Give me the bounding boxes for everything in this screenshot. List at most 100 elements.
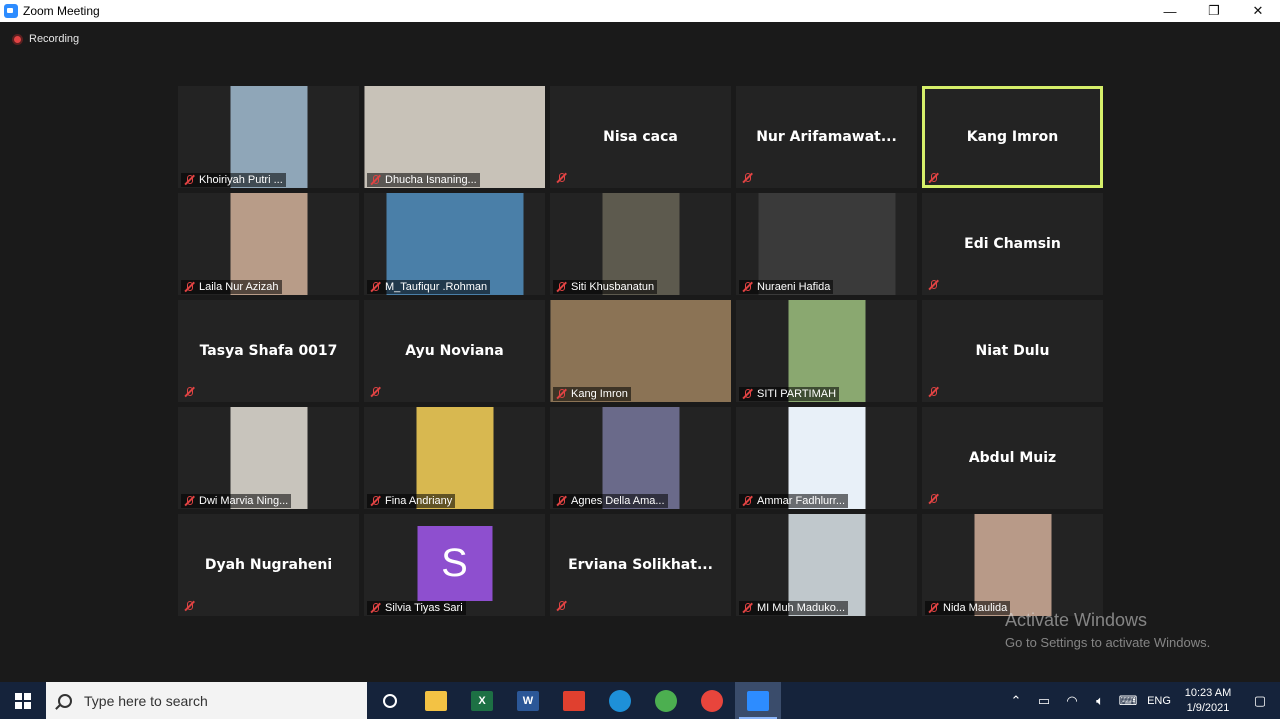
participant-name: Dyah Nugraheni xyxy=(204,557,333,573)
recording-dot-icon xyxy=(12,33,23,45)
taskbar-clock[interactable]: 10:23 AM 1/9/2021 xyxy=(1176,686,1240,716)
participant-name-label: Kang Imron xyxy=(553,387,631,401)
participant-tile[interactable]: Ayu Noviana xyxy=(364,300,545,402)
activate-windows-watermark: Activate Windows Go to Settings to activ… xyxy=(1005,610,1210,650)
window-title: Zoom Meeting xyxy=(23,4,100,18)
taskbar-app-button[interactable] xyxy=(413,682,459,719)
mic-muted-icon xyxy=(183,281,195,293)
mic-muted-icon xyxy=(555,495,567,507)
show-hidden-icons-chevron-icon[interactable]: ⌃ xyxy=(1002,693,1030,709)
participant-tile[interactable]: Tasya Shafa 0017 xyxy=(178,300,359,402)
participant-name-label: MI Muh Maduko... xyxy=(739,601,849,615)
participant-name: Kang Imron xyxy=(966,129,1059,145)
participant-name-label: Dhucha Isnaning... xyxy=(367,173,480,187)
participant-tile[interactable]: Nisa caca xyxy=(550,86,731,188)
participant-tile[interactable]: Ammar Fadhlurr... xyxy=(736,407,917,509)
participant-tile[interactable]: Nuraeni Hafida xyxy=(736,193,917,295)
taskbar-app-button[interactable] xyxy=(689,682,735,719)
mic-muted-icon xyxy=(555,388,567,400)
participant-name-label: SITI PARTIMAH xyxy=(739,387,840,401)
watermark-title: Activate Windows xyxy=(1005,610,1148,630)
participant-name-label: Siti Khusbanatun xyxy=(553,280,658,294)
participant-name: Abdul Muiz xyxy=(968,450,1057,466)
taskbar-app-button[interactable] xyxy=(597,682,643,719)
mic-muted-icon xyxy=(183,495,195,507)
participant-tile[interactable]: S Silvia Tiyas Sari xyxy=(364,514,545,616)
participant-tile[interactable]: Dyah Nugraheni xyxy=(178,514,359,616)
start-button[interactable] xyxy=(0,682,46,719)
participant-tile[interactable]: Fina Andriany xyxy=(364,407,545,509)
zoom-app-icon xyxy=(4,4,18,18)
participant-tile[interactable]: Niat Dulu xyxy=(922,300,1103,402)
keyboard-icon[interactable]: ⌨ xyxy=(1114,693,1142,709)
participant-tile[interactable]: Laila Nur Azizah xyxy=(178,193,359,295)
participant-name-label: Dwi Marvia Ning... xyxy=(181,494,292,508)
cortana-circle-icon xyxy=(383,693,397,708)
maximize-button[interactable]: ❐ xyxy=(1192,0,1236,22)
participant-name: SITI PARTIMAH xyxy=(757,388,837,400)
minimize-button[interactable]: — xyxy=(1148,0,1192,22)
network-icon[interactable]: ◠ xyxy=(1058,693,1086,709)
participant-tile[interactable]: Kang Imron xyxy=(550,300,731,402)
mic-muted-icon xyxy=(555,281,567,293)
file-explorer-icon xyxy=(425,690,447,711)
participant-name: Nuraeni Hafida xyxy=(757,281,831,293)
mic-muted-icon xyxy=(369,386,381,398)
language-indicator[interactable]: ENG xyxy=(1142,695,1176,707)
mic-muted-icon xyxy=(369,174,381,186)
close-button[interactable]: ✕ xyxy=(1236,0,1280,22)
task-view-button[interactable] xyxy=(367,682,413,719)
mic-muted-icon xyxy=(741,281,753,293)
participant-tile[interactable]: Siti Khusbanatun xyxy=(550,193,731,295)
participant-tile[interactable]: Nida Maulida xyxy=(922,514,1103,616)
participant-tile[interactable]: M_Taufiqur .Rohman xyxy=(364,193,545,295)
participant-tile[interactable]: Dhucha Isnaning... xyxy=(364,86,545,188)
taskbar-app-button[interactable] xyxy=(735,682,781,719)
participant-name: Erviana Solikhat... xyxy=(568,557,713,573)
recording-indicator[interactable]: Recording xyxy=(12,33,79,45)
participant-name: Agnes Della Ama... xyxy=(571,495,665,507)
mic-muted-icon xyxy=(555,600,567,612)
participant-tile[interactable]: MI Muh Maduko... xyxy=(736,514,917,616)
mic-muted-icon xyxy=(369,495,381,507)
participant-tile[interactable]: Erviana Solikhat... xyxy=(550,514,731,616)
mic-muted-icon xyxy=(369,602,381,614)
taskbar-app-button[interactable] xyxy=(551,682,597,719)
participant-name: Silvia Tiyas Sari xyxy=(385,602,463,614)
search-icon xyxy=(58,693,72,708)
participant-name: Dwi Marvia Ning... xyxy=(199,495,289,507)
participant-tile[interactable]: Edi Chamsin xyxy=(922,193,1103,295)
pinned-apps: XW xyxy=(413,682,781,719)
system-tray: ⌃ ▭ ◠ 🔈︎ ⌨ ENG 10:23 AM 1/9/2021 ▢ xyxy=(1002,682,1280,719)
participant-name-label: Nida Maulida xyxy=(925,601,1011,615)
chrome-icon xyxy=(701,689,723,712)
participant-tile[interactable]: Nur Arifamawat... xyxy=(736,86,917,188)
participant-name-label: Fina Andriany xyxy=(367,494,456,508)
taskbar-app-button[interactable] xyxy=(643,682,689,719)
taskbar-search-box[interactable]: Type here to search xyxy=(46,682,367,719)
zoom-icon xyxy=(747,690,769,711)
participant-tile[interactable]: Dwi Marvia Ning... xyxy=(178,407,359,509)
participant-tile[interactable]: SITI PARTIMAH xyxy=(736,300,917,402)
participant-tile[interactable]: Khoiriyah Putri ... xyxy=(178,86,359,188)
notifications-icon[interactable]: ▢ xyxy=(1240,693,1280,709)
participant-tile[interactable]: Agnes Della Ama... xyxy=(550,407,731,509)
participant-gallery: Khoiriyah Putri ... Dhucha Isnaning... Nis… xyxy=(178,86,1103,616)
participant-tile[interactable]: Abdul Muiz xyxy=(922,407,1103,509)
mic-muted-icon xyxy=(183,174,195,186)
mic-muted-icon xyxy=(927,386,939,398)
taskbar-app-button[interactable]: W xyxy=(505,682,551,719)
participant-name: Nur Arifamawat... xyxy=(756,129,897,145)
participant-name-label: Khoiriyah Putri ... xyxy=(181,173,286,187)
participant-name-label: M_Taufiqur .Rohman xyxy=(367,280,491,294)
clock-time: 10:23 AM xyxy=(1184,686,1232,699)
participant-name-label: Nuraeni Hafida xyxy=(739,280,834,294)
battery-icon[interactable]: ▭ xyxy=(1030,693,1058,709)
taskbar-app-button[interactable]: X xyxy=(459,682,505,719)
mic-muted-icon xyxy=(927,172,939,184)
participant-name: MI Muh Maduko... xyxy=(757,602,846,614)
participant-name: Fina Andriany xyxy=(385,495,453,507)
participant-tile[interactable]: Kang Imron xyxy=(922,86,1103,188)
volume-icon[interactable]: 🔈︎ xyxy=(1086,693,1114,709)
word-icon: W xyxy=(517,690,539,711)
